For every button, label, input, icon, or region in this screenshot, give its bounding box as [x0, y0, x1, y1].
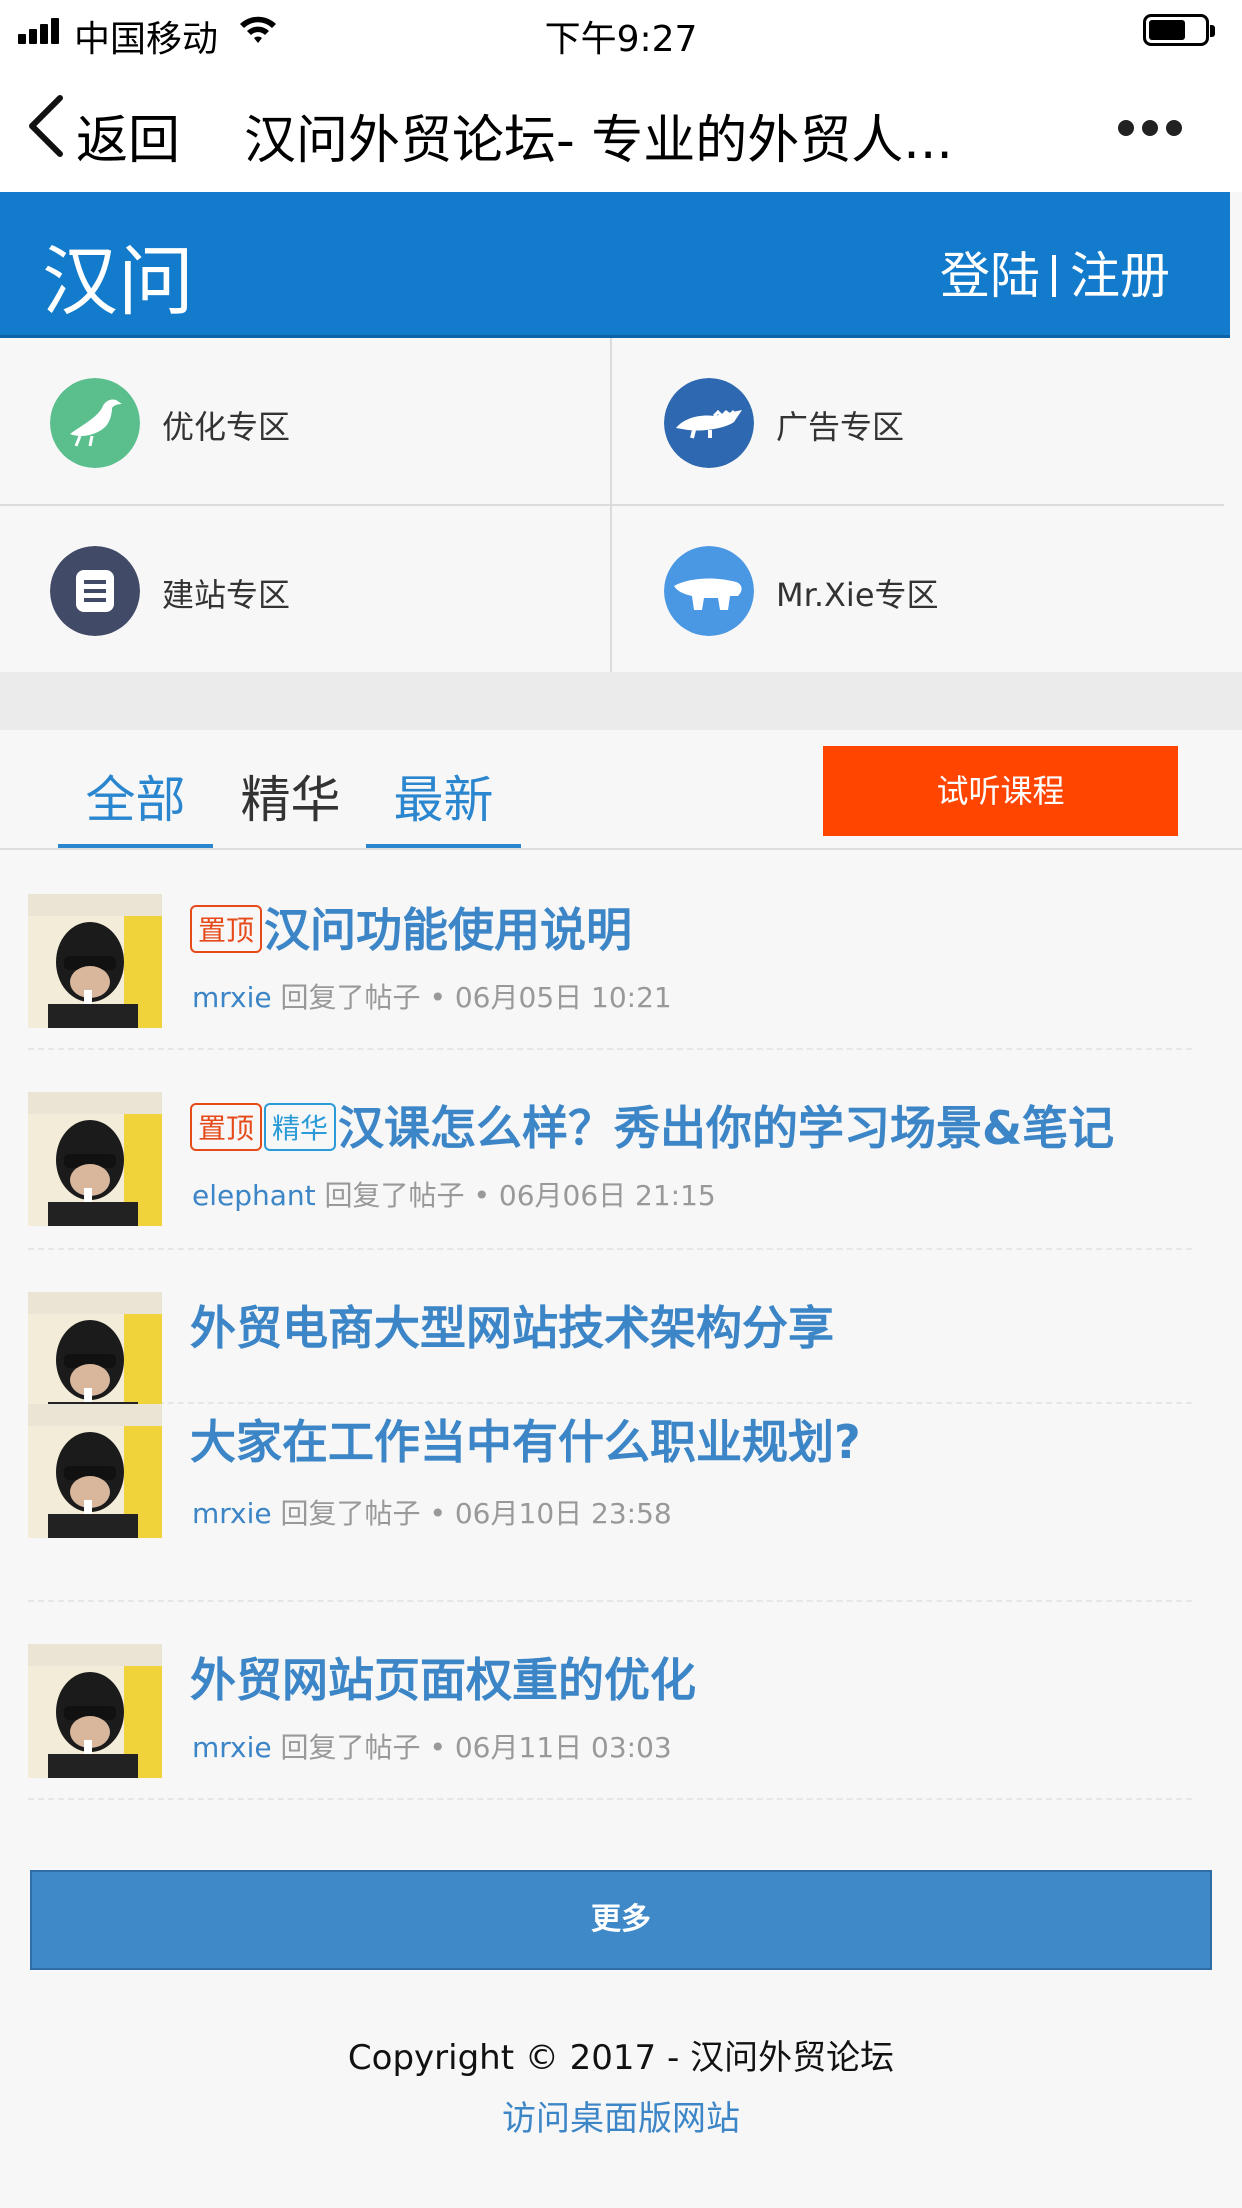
category-mrxie[interactable]: Mr.Xie专区 [612, 506, 1224, 674]
post-author[interactable]: mrxie [192, 1731, 272, 1764]
pinned-badge: 置顶 [190, 905, 263, 953]
category-website[interactable]: 建站专区 [0, 506, 612, 674]
clock: 下午9:27 [544, 19, 698, 60]
post-title-text: 汉问功能使用说明 [264, 903, 633, 957]
post-action: 回复了帖子 [280, 981, 421, 1014]
post-title[interactable]: 置顶 汉问功能使用说明 [190, 894, 632, 960]
bear-icon [664, 546, 754, 636]
pinned-badge: 置顶 [190, 1103, 263, 1151]
avatar[interactable] [28, 1644, 162, 1778]
register-link[interactable]: 注册 [1070, 247, 1170, 305]
battery-icon [1143, 14, 1215, 46]
back-button[interactable]: 返回 [76, 98, 180, 173]
crocodile-icon [664, 378, 754, 468]
category-label: 优化专区 [162, 408, 291, 446]
nav-bar: 返回 汉问外贸论坛- 专业的外贸人... [0, 62, 1242, 192]
trial-course-button[interactable]: 试听课程 [823, 746, 1178, 836]
site-logo[interactable]: 汉问 [42, 220, 194, 330]
essence-badge: 精华 [264, 1103, 337, 1151]
post-time: • 06月05日 10:21 [429, 981, 672, 1014]
auth-links: 登陆 注册 [940, 236, 1170, 308]
category-grid: 优化专区 广告专区 建站专区 Mr.Xie专区 [0, 338, 1224, 674]
post-meta: mrxie 回复了帖子 • 06月05日 10:21 [192, 976, 672, 1016]
post-title[interactable]: 置顶 精华 汉课怎么样？秀出你的学习场景&笔记 [190, 1092, 1114, 1158]
list-item[interactable]: 外贸网站页面权重的优化 mrxie 回复了帖子 • 06月11日 03:03 [28, 1602, 1192, 1800]
site-header: 汉问 登陆 注册 [0, 192, 1230, 338]
list-icon [50, 546, 140, 636]
avatar[interactable] [28, 1404, 162, 1538]
post-action: 回复了帖子 [280, 1497, 421, 1530]
category-label: 广告专区 [776, 408, 905, 446]
category-label: 建站专区 [162, 576, 291, 614]
post-time: • 06月06日 21:15 [473, 1179, 716, 1212]
post-meta: elephant 回复了帖子 • 06月06日 21:15 [192, 1174, 716, 1214]
post-time: • 06月10日 23:58 [429, 1497, 672, 1530]
post-action: 回复了帖子 [324, 1179, 465, 1212]
tabs-bar: 全部 精华 最新 试听课程 [0, 730, 1242, 850]
tab-all[interactable]: 全部 [58, 760, 213, 848]
footer: Copyright © 2017 - 汉问外贸论坛 访问桌面版网站 [0, 2030, 1242, 2140]
auth-separator [1052, 255, 1056, 297]
list-item[interactable]: 大家在工作当中有什么职业规划? mrxie 回复了帖子 • 06月10日 23:… [28, 1404, 1192, 1602]
category-optimization[interactable]: 优化专区 [0, 338, 612, 506]
avatar[interactable] [28, 894, 162, 1028]
load-more-button[interactable]: 更多 [30, 1870, 1212, 1970]
post-author[interactable]: mrxie [192, 1497, 272, 1530]
login-link[interactable]: 登陆 [940, 247, 1040, 305]
post-time: • 06月11日 03:03 [429, 1731, 672, 1764]
post-title-text: 汉课怎么样？秀出你的学习场景&笔记 [338, 1101, 1115, 1155]
post-title[interactable]: 外贸电商大型网站技术架构分享 [190, 1292, 834, 1358]
post-title[interactable]: 外贸网站页面权重的优化 [190, 1644, 696, 1710]
back-chevron-icon[interactable] [26, 94, 66, 158]
category-advertising[interactable]: 广告专区 [612, 338, 1224, 506]
tab-essence[interactable]: 精华 [213, 760, 368, 848]
section-divider [0, 672, 1242, 730]
post-title[interactable]: 大家在工作当中有什么职业规划? [190, 1406, 861, 1472]
more-options-icon[interactable] [1118, 116, 1230, 140]
avatar[interactable] [28, 1092, 162, 1226]
list-item[interactable]: 外贸电商大型网站技术架构分享 [28, 1250, 1192, 1426]
copyright-text: Copyright © 2017 - 汉问外贸论坛 [347, 2038, 895, 2078]
page-title: 汉问外贸论坛- 专业的外贸人... [244, 111, 953, 171]
list-item[interactable]: 置顶 精华 汉课怎么样？秀出你的学习场景&笔记 elephant 回复了帖子 • 0… [28, 1050, 1192, 1250]
tab-latest[interactable]: 最新 [366, 760, 521, 848]
post-meta: mrxie 回复了帖子 • 06月10日 23:58 [192, 1492, 672, 1532]
bird-icon [50, 378, 140, 468]
post-action: 回复了帖子 [280, 1731, 421, 1764]
status-bar: 中国移动 下午9:27 [0, 0, 1242, 62]
post-meta: mrxie 回复了帖子 • 06月11日 03:03 [192, 1726, 672, 1766]
category-label: Mr.Xie专区 [776, 576, 939, 614]
desktop-site-link[interactable]: 访问桌面版网站 [0, 2091, 1242, 2140]
post-author[interactable]: elephant [192, 1179, 316, 1212]
post-author[interactable]: mrxie [192, 981, 272, 1014]
list-item[interactable]: 置顶 汉问功能使用说明 mrxie 回复了帖子 • 06月05日 10:21 [28, 852, 1192, 1050]
